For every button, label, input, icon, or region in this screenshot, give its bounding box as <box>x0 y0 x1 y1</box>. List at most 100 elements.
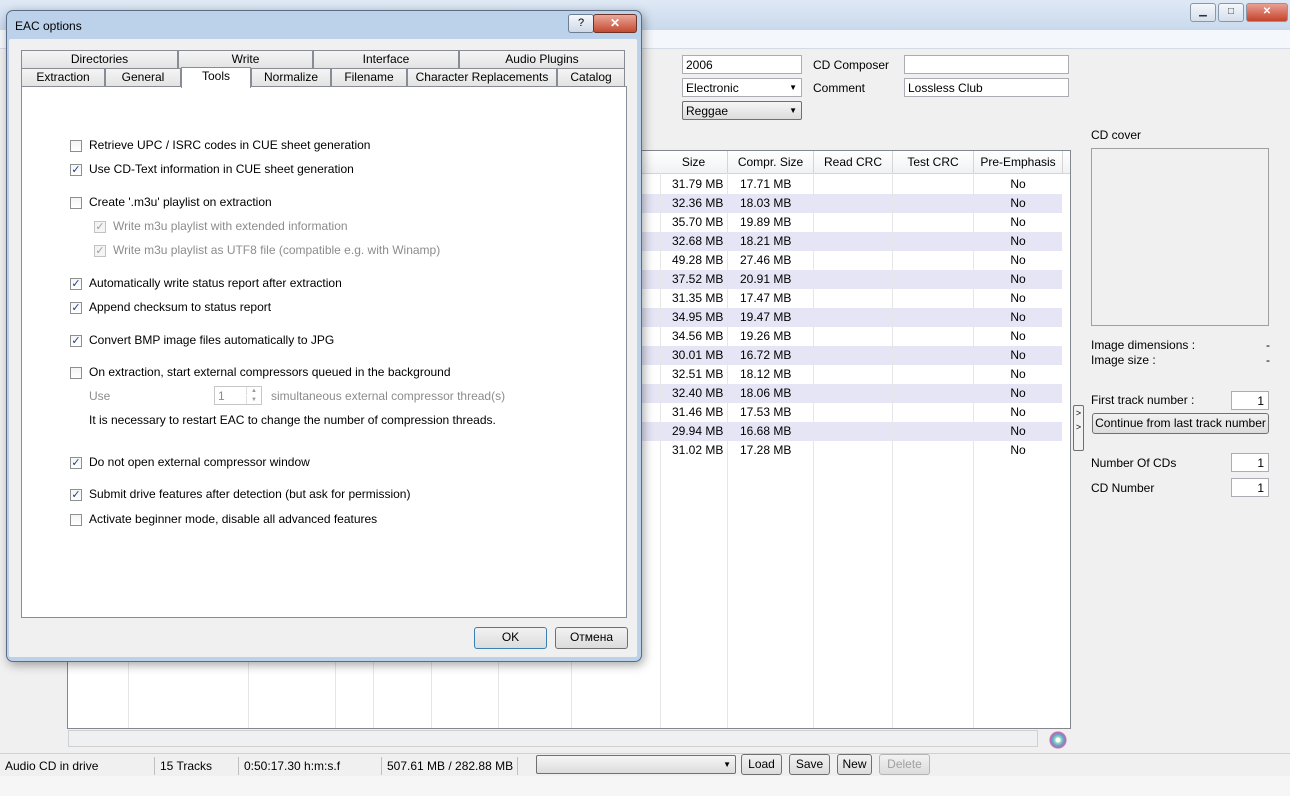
table-cell: 18.03 MB <box>740 196 792 210</box>
option-label[interactable]: Retrieve UPC / ISRC codes in CUE sheet g… <box>89 138 370 152</box>
app-close-button[interactable]: ✕ <box>1246 3 1288 22</box>
option-checkbox[interactable]: ✓ <box>70 164 82 176</box>
table-cell: No <box>1010 196 1026 210</box>
table-cell <box>814 403 892 422</box>
continue-track-button[interactable]: Continue from last track number <box>1092 413 1269 434</box>
chevron-up-icon[interactable]: ▲ <box>246 387 261 395</box>
option-checkbox[interactable] <box>70 514 82 526</box>
option-label[interactable]: Activate beginner mode, disable all adva… <box>89 512 377 526</box>
table-cell: No <box>1010 310 1026 324</box>
load-button[interactable]: Load <box>741 754 782 775</box>
table-cell <box>814 232 892 251</box>
comment-field[interactable]: Lossless Club <box>904 78 1069 97</box>
option-label[interactable]: Write m3u playlist as UTF8 file (compati… <box>113 243 440 257</box>
option-checkbox[interactable] <box>70 367 82 379</box>
tab-interface[interactable]: Interface <box>313 50 459 68</box>
image-dimensions-label: Image dimensions : <box>1091 338 1196 352</box>
chevron-down-icon: ▼ <box>723 760 731 769</box>
option-checkbox[interactable] <box>70 197 82 209</box>
save-button[interactable]: Save <box>789 754 830 775</box>
option-checkbox[interactable]: ✓ <box>94 245 106 257</box>
help-button[interactable]: ? <box>568 14 594 33</box>
cd-cover-image[interactable] <box>1091 148 1269 326</box>
cd-composer-field[interactable] <box>904 55 1069 74</box>
option-label[interactable]: Do not open external compressor window <box>89 455 310 469</box>
tab-audio-plugins[interactable]: Audio Plugins <box>459 50 625 68</box>
taskbar-strip <box>0 776 1290 796</box>
genre-select[interactable]: Electronic ▼ <box>682 78 802 97</box>
style-select[interactable]: Reggae ▼ <box>682 101 802 120</box>
cd-number-field[interactable]: 1 <box>1231 478 1269 497</box>
profile-select[interactable]: ▼ <box>536 755 736 774</box>
option-label[interactable]: Automatically write status report after … <box>89 276 342 290</box>
table-cell: 17.47 MB <box>740 291 792 305</box>
tab-normalize[interactable]: Normalize <box>251 68 331 86</box>
table-cell: No <box>1010 386 1026 400</box>
column-read-crc[interactable]: Read CRC <box>814 151 893 173</box>
option-checkbox[interactable]: ✓ <box>70 278 82 290</box>
dialog-close-button[interactable]: ✕ <box>593 14 637 33</box>
option-checkbox[interactable]: ✓ <box>70 457 82 469</box>
column-compr-size[interactable]: Compr. Size <box>728 151 814 173</box>
first-track-label: First track number : <box>1091 393 1195 407</box>
option-label[interactable]: Create '.m3u' playlist on extraction <box>89 195 272 209</box>
maximize-button[interactable]: □ <box>1218 3 1244 22</box>
option-label[interactable]: Use CD-Text information in CUE sheet gen… <box>89 162 354 176</box>
tab-character-replacements[interactable]: Character Replacements <box>407 68 557 86</box>
option-checkbox[interactable]: ✓ <box>70 489 82 501</box>
tab-write[interactable]: Write <box>178 50 313 68</box>
table-cell <box>814 175 892 194</box>
new-button[interactable]: New <box>837 754 872 775</box>
table-cell <box>814 194 892 213</box>
option-label[interactable]: Write m3u playlist with extended informa… <box>113 219 348 233</box>
threads-stepper[interactable]: 1 ▲ ▼ <box>214 386 262 405</box>
table-cell: No <box>1010 348 1026 362</box>
delete-button[interactable]: Delete <box>879 754 930 775</box>
option-label[interactable]: Convert BMP image files automatically to… <box>89 333 334 347</box>
tab-general[interactable]: General <box>105 68 181 86</box>
eac-options-dialog: EAC options ? ✕ Directories Write Interf… <box>6 10 642 662</box>
chevron-down-icon[interactable]: ▼ <box>246 396 261 404</box>
tab-tools[interactable]: Tools <box>181 67 251 88</box>
column-pre-emphasis[interactable]: Pre-Emphasis <box>974 151 1063 173</box>
cd-icon <box>1049 731 1067 749</box>
tab-catalog[interactable]: Catalog <box>557 68 625 86</box>
expand-panel-arrow[interactable]: > > <box>1073 405 1084 451</box>
table-cell: 32.68 MB <box>672 234 724 248</box>
table-cell <box>814 308 892 327</box>
cancel-button[interactable]: Отмена <box>555 627 628 649</box>
table-cell: 19.26 MB <box>740 329 792 343</box>
minimize-button[interactable]: ▁ <box>1190 3 1216 22</box>
table-cell <box>893 194 973 213</box>
option-label[interactable]: On extraction, start external compressor… <box>89 365 451 379</box>
option-checkbox[interactable]: ✓ <box>70 302 82 314</box>
option-checkbox[interactable]: ✓ <box>94 221 106 233</box>
column-test-crc[interactable]: Test CRC <box>893 151 974 173</box>
table-cell <box>814 289 892 308</box>
horizontal-scrollbar[interactable] <box>68 730 1038 747</box>
table-cell: 49.28 MB <box>672 253 724 267</box>
use-label: Use <box>89 389 111 403</box>
ok-button[interactable]: OK <box>474 627 547 649</box>
status-tracks: 15 Tracks <box>155 757 239 775</box>
tab-filename[interactable]: Filename <box>331 68 407 86</box>
option-checkbox[interactable]: ✓ <box>70 335 82 347</box>
table-cell: No <box>1010 272 1026 286</box>
number-of-cds-field[interactable]: 1 <box>1231 453 1269 472</box>
tab-directories[interactable]: Directories <box>21 50 178 68</box>
option-label[interactable]: Submit drive features after detection (b… <box>89 487 410 501</box>
table-cell <box>893 422 973 441</box>
cd-composer-label: CD Composer <box>813 58 890 72</box>
column-size[interactable]: Size <box>660 151 728 173</box>
table-cell: 32.36 MB <box>672 196 724 210</box>
table-cell: No <box>1010 367 1026 381</box>
image-size-label: Image size : <box>1091 353 1156 367</box>
table-cell: 32.51 MB <box>672 367 724 381</box>
year-field[interactable]: 2006 <box>682 55 802 74</box>
option-checkbox[interactable] <box>70 140 82 152</box>
table-cell: 31.46 MB <box>672 405 724 419</box>
option-label[interactable]: Append checksum to status report <box>89 300 271 314</box>
threads-value: 1 <box>218 389 225 403</box>
tab-extraction[interactable]: Extraction <box>21 68 105 86</box>
first-track-field[interactable]: 1 <box>1231 391 1269 410</box>
